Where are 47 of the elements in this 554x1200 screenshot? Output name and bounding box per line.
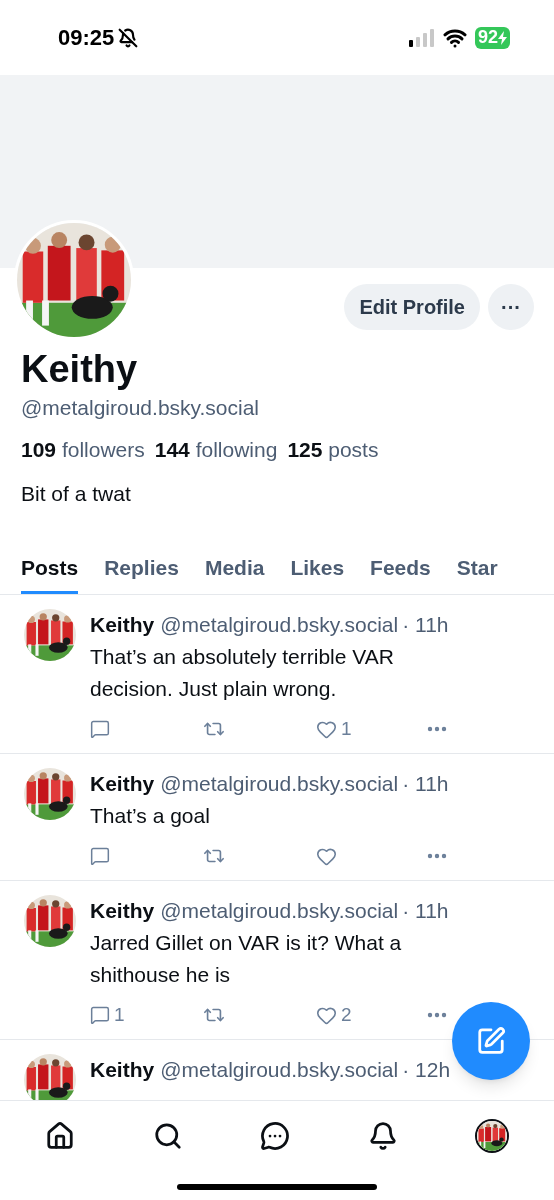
chat-icon[interactable]: [260, 1121, 290, 1151]
profile-avatar-button[interactable]: [475, 1119, 509, 1153]
pen-on-square-icon: [476, 1026, 506, 1056]
author-name[interactable]: Keithy: [90, 895, 155, 927]
profile-stat[interactable]: 109 followers: [21, 436, 145, 464]
home-icon[interactable]: [45, 1121, 75, 1151]
author-name[interactable]: Keithy: [90, 609, 155, 641]
post-time: · 11h: [402, 612, 449, 638]
post-text: That’s a goal: [90, 803, 211, 829]
like-button[interactable]: 2: [316, 1000, 429, 1030]
post-text: That’s an absolutely terrible VAR decision. Just plain wrong.: [90, 644, 395, 702]
like-button[interactable]: 1: [316, 714, 429, 744]
notifications-icon[interactable]: [367, 1121, 398, 1151]
reply-button[interactable]: 1: [90, 1000, 203, 1030]
profile-name: Keithy: [21, 347, 139, 392]
profile-tab[interactable]: Replies: [104, 542, 179, 594]
profile-tab[interactable]: Posts: [21, 542, 79, 594]
signal-icon: [408, 28, 435, 47]
author-handle[interactable]: @metalgiroud.bsky.social: [160, 768, 399, 800]
edit-profile-button[interactable]: Edit Profile: [344, 284, 480, 330]
author-name[interactable]: Keithy: [90, 1054, 155, 1086]
author-name[interactable]: Keithy: [90, 768, 155, 800]
speech-bubble-icon: [90, 1005, 110, 1025]
speech-bubble-icon: [90, 846, 110, 866]
silent-icon: [118, 27, 139, 48]
author-handle[interactable]: @metalgiroud.bsky.social: [160, 1054, 399, 1086]
author-handle[interactable]: @metalgiroud.bsky.social: [160, 609, 399, 641]
profile-tab[interactable]: Media: [204, 542, 265, 594]
clock-time: 09:25: [58, 24, 115, 52]
battery-indicator: 92: [474, 26, 510, 49]
post-text: Jarred Gillet on VAR is it? What a shithouse he is: [90, 930, 403, 988]
profile-tab[interactable]: Likes: [290, 542, 345, 594]
profile-tab[interactable]: Feeds: [370, 542, 431, 594]
profile-stat[interactable]: 144 following: [154, 436, 278, 464]
post-time: · 12h: [402, 1057, 451, 1083]
compose-button[interactable]: [452, 1002, 530, 1080]
profile-bio: Bit of a twat: [21, 481, 132, 507]
profile-handle: @metalgiroud.bsky.social: [21, 395, 261, 421]
post-time: · 11h: [402, 771, 449, 797]
more-options-button[interactable]: ···: [488, 284, 534, 330]
author-handle[interactable]: @metalgiroud.bsky.social: [160, 895, 399, 927]
search-icon[interactable]: [152, 1121, 183, 1151]
profile-tab[interactable]: Star: [456, 542, 498, 594]
speech-bubble-icon: [90, 719, 110, 739]
profile-stat[interactable]: 125 posts: [287, 436, 379, 464]
charging-bolt-icon: [498, 30, 507, 45]
post-time: · 11h: [402, 898, 449, 924]
